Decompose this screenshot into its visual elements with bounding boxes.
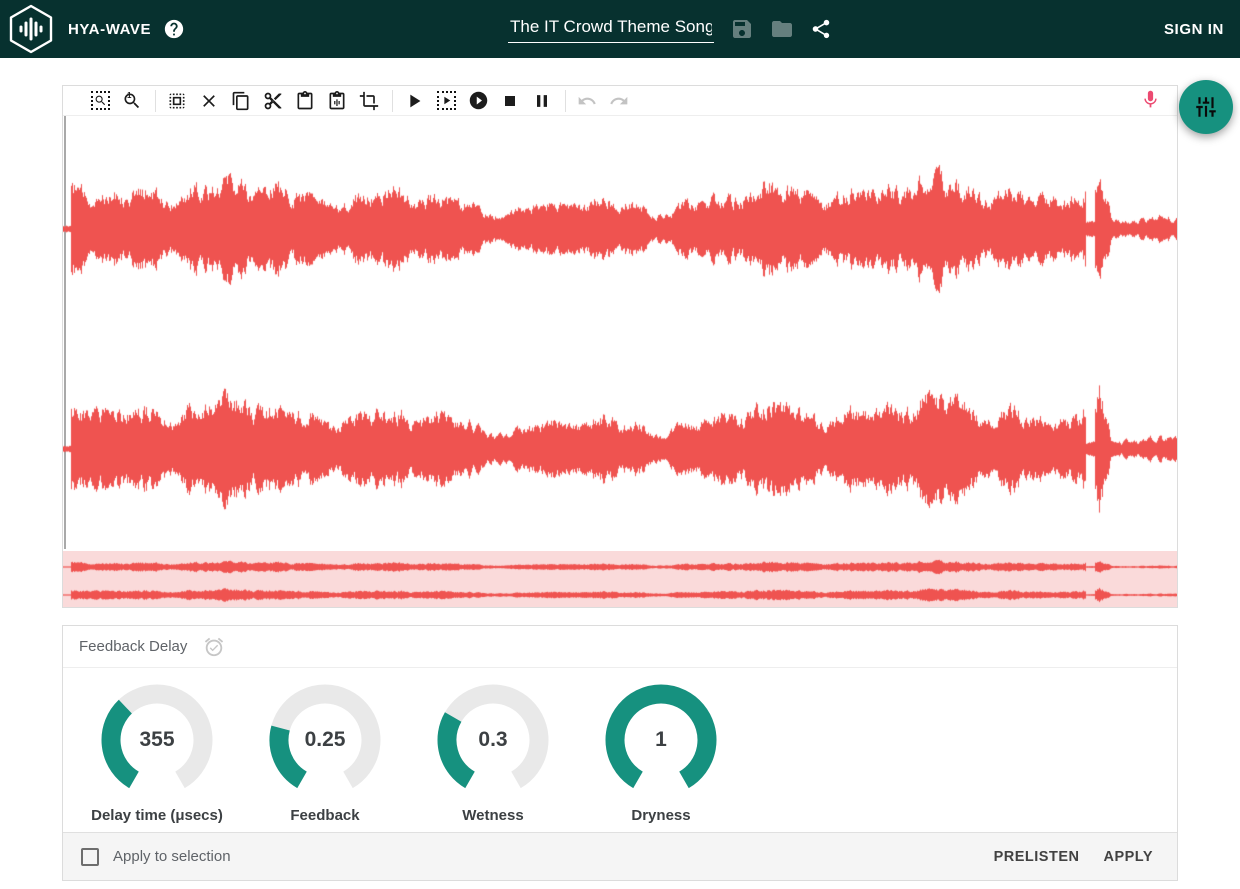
cut-button[interactable] [260, 88, 286, 114]
play-icon [403, 90, 425, 112]
close-icon [199, 91, 219, 111]
knob-value: 355 [101, 684, 213, 796]
clear-selection-button[interactable] [196, 88, 222, 114]
knob-label: Dryness [631, 807, 690, 824]
schedule-button[interactable] [203, 636, 225, 658]
play-all-button[interactable] [465, 88, 491, 114]
open-file-button[interactable] [770, 17, 794, 41]
help-button[interactable] [163, 18, 185, 40]
undo-button[interactable] [574, 88, 600, 114]
share-icon [810, 18, 832, 40]
scissors-icon [263, 91, 283, 111]
prelisten-button[interactable]: PRELISTEN [988, 841, 1086, 873]
effects-fab-button[interactable] [1179, 80, 1233, 134]
select-all-icon [167, 91, 187, 111]
toolbar-separator [155, 90, 156, 112]
app-name: HYA-WAVE [68, 21, 151, 38]
play-selection-button[interactable] [433, 88, 459, 114]
redo-icon [609, 91, 629, 111]
effect-panel-footer: Apply to selection PRELISTEN APPLY [63, 832, 1177, 880]
record-button[interactable] [1140, 89, 1161, 115]
play-circle-icon [468, 90, 489, 111]
redo-button[interactable] [606, 88, 632, 114]
knob-label: Wetness [462, 807, 523, 824]
toolbar-separator [392, 90, 393, 112]
apply-button[interactable]: APPLY [1097, 841, 1159, 873]
save-button[interactable] [730, 17, 754, 41]
pause-icon [532, 91, 552, 111]
knob-dryness[interactable]: 1 Dryness [581, 684, 741, 824]
knob-row: 355 Delay time (μsecs) 0.25 Feedback 0.3… [63, 668, 1177, 824]
zoom-selection-button[interactable] [87, 88, 113, 114]
save-icon [730, 17, 754, 41]
stop-icon [500, 91, 520, 111]
knob-label: Feedback [290, 807, 359, 824]
zoom-level-one: 1 [127, 91, 131, 100]
tune-icon [1193, 94, 1219, 120]
share-button[interactable] [810, 18, 832, 40]
track-title-input[interactable] [508, 15, 714, 43]
paste-button[interactable] [292, 88, 318, 114]
waveform-canvas[interactable] [63, 116, 1177, 549]
zoom-one-to-one-button[interactable]: 1 [119, 88, 145, 114]
knob-value: 1 [605, 684, 717, 796]
minimap-canvas[interactable] [63, 551, 1177, 607]
crop-button[interactable] [356, 88, 382, 114]
microphone-icon [1140, 89, 1161, 110]
knob-wetness[interactable]: 0.3 Wetness [413, 684, 573, 824]
copy-button[interactable] [228, 88, 254, 114]
knob-value: 0.3 [437, 684, 549, 796]
zoom-selection-icon [91, 91, 110, 110]
toolbar-separator [565, 90, 566, 112]
app-logo[interactable] [8, 4, 54, 54]
apply-to-selection-checkbox[interactable] [81, 848, 99, 866]
folder-icon [770, 17, 794, 41]
stop-button[interactable] [497, 88, 523, 114]
knob-delay-time[interactable]: 355 Delay time (μsecs) [77, 684, 237, 824]
play-button[interactable] [401, 88, 427, 114]
zoom-icon [122, 91, 142, 111]
effect-panel: Feedback Delay 355 Delay time (μsecs) 0.… [62, 625, 1178, 881]
effect-panel-header: Feedback Delay [63, 626, 1177, 668]
undo-icon [577, 91, 597, 111]
audio-editor: 1 [62, 85, 1178, 608]
crop-icon [359, 91, 379, 111]
paste-waveform-icon [327, 91, 347, 111]
pause-button[interactable] [529, 88, 555, 114]
knob-value: 0.25 [269, 684, 381, 796]
sign-in-button[interactable]: SIGN IN [1164, 0, 1224, 58]
copy-icon [231, 91, 251, 111]
editor-toolbar: 1 [63, 86, 1177, 116]
paste-mix-button[interactable] [324, 88, 350, 114]
alarm-check-icon [203, 636, 225, 658]
play-selection-icon [437, 91, 456, 110]
help-icon [163, 18, 185, 40]
logo-hexagon-waveform-icon [8, 4, 54, 54]
effect-title: Feedback Delay [79, 638, 187, 655]
track-title-group [508, 0, 832, 58]
apply-to-selection-label: Apply to selection [113, 848, 231, 865]
app-header: HYA-WAVE SIGN IN [0, 0, 1240, 58]
paste-icon [295, 91, 315, 111]
knob-label: Delay time (μsecs) [91, 807, 223, 824]
select-all-button[interactable] [164, 88, 190, 114]
knob-feedback[interactable]: 0.25 Feedback [245, 684, 405, 824]
